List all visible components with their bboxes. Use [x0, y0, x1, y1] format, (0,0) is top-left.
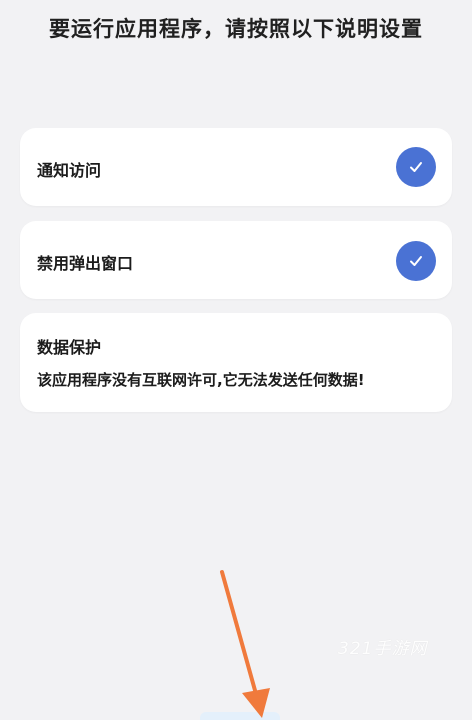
notification-access-checkbox[interactable] [396, 147, 436, 187]
disable-popups-checkbox[interactable] [396, 241, 436, 281]
data-protection-title: 数据保护 [37, 338, 102, 357]
setting-label-notification-access: 通知访问 [37, 161, 102, 180]
data-protection-description: 该应用程序没有互联网许可,它无法发送任何数据! [37, 371, 365, 389]
checkmark-icon [410, 162, 422, 172]
page-title: 要运行应用程序，请按照以下说明设置 [49, 17, 423, 41]
data-protection-card: 数据保护 该应用程序没有互联网许可,它无法发送任何数据! [20, 313, 452, 412]
setting-card-disable-popups[interactable]: 禁用弹出窗口 [20, 221, 452, 299]
bottom-button-edge[interactable] [200, 712, 280, 720]
watermark-text: 321手游网 [338, 639, 428, 659]
checkmark-icon [410, 256, 422, 266]
setting-card-notification-access[interactable]: 通知访问 [20, 128, 452, 206]
setup-screen: 要运行应用程序，请按照以下说明设置 通知访问 禁用弹出窗口 数据保护 该应用程序… [0, 0, 472, 720]
setting-label-disable-popups: 禁用弹出窗口 [37, 254, 134, 273]
